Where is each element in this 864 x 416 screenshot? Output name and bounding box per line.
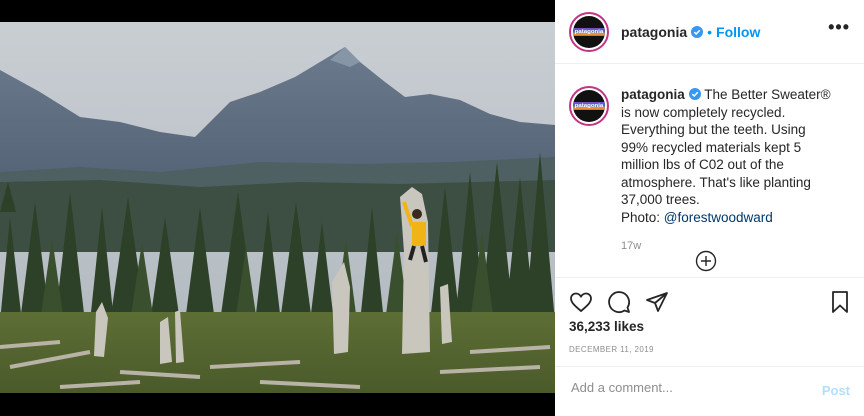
username-link[interactable]: patagonia bbox=[621, 24, 687, 40]
separator-dot: • bbox=[707, 23, 713, 40]
action-bar bbox=[555, 277, 864, 325]
comment-input[interactable] bbox=[569, 379, 803, 396]
avatar-image: patagonia bbox=[573, 90, 605, 122]
photo-credit-prefix: Photo: bbox=[621, 209, 661, 225]
heart-icon[interactable] bbox=[569, 290, 593, 314]
likes-count[interactable]: 36,233 likes bbox=[569, 319, 644, 334]
avatar[interactable]: patagonia bbox=[569, 11, 609, 52]
follow-button[interactable]: Follow bbox=[716, 24, 760, 40]
post-header: patagonia patagonia • Follow ••• bbox=[555, 0, 864, 64]
caption-text: The Better Sweater® is now completely re… bbox=[621, 87, 831, 207]
caption-avatar[interactable]: patagonia bbox=[569, 86, 609, 126]
comment-box: Post bbox=[555, 366, 864, 416]
verified-badge-icon bbox=[691, 25, 704, 38]
post-side-panel: patagonia patagonia • Follow ••• patagon… bbox=[555, 0, 864, 416]
time-ago[interactable]: 17w bbox=[621, 238, 833, 256]
post-date[interactable]: DECEMBER 11, 2019 bbox=[569, 345, 654, 354]
plus-circle-icon[interactable] bbox=[695, 250, 717, 272]
comment-bubble-icon[interactable] bbox=[607, 290, 631, 314]
caption-username[interactable]: patagonia bbox=[621, 87, 685, 102]
more-options-icon[interactable]: ••• bbox=[828, 17, 850, 46]
instagram-post-view: patagonia patagonia • Follow ••• patagon… bbox=[0, 0, 864, 416]
avatar-image: patagonia bbox=[573, 15, 605, 48]
verified-badge-icon bbox=[688, 88, 701, 100]
paper-plane-icon[interactable] bbox=[645, 290, 669, 314]
brand-logo: patagonia bbox=[573, 102, 605, 110]
bookmark-icon[interactable] bbox=[828, 290, 852, 314]
photo-credit-link[interactable]: @forestwoodward bbox=[664, 210, 773, 225]
caption-block: patagonia patagonia The Better Sweater® … bbox=[555, 64, 864, 256]
post-photo[interactable] bbox=[0, 22, 555, 393]
brand-logo: patagonia bbox=[573, 27, 605, 36]
caption-text-block: patagonia The Better Sweater® is now com… bbox=[621, 86, 833, 256]
post-button[interactable]: Post bbox=[822, 383, 850, 398]
